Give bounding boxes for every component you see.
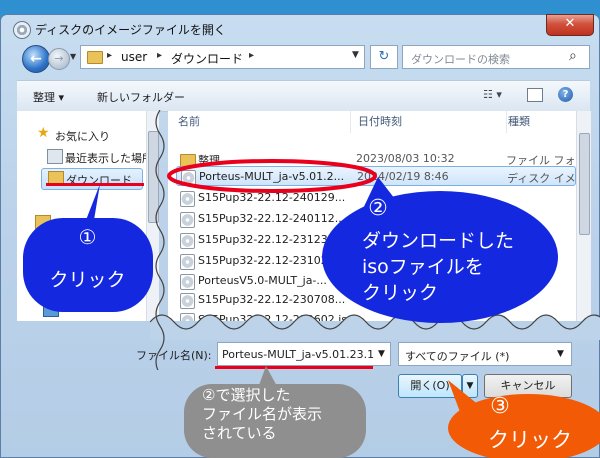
- filename-label: ファイル名(N):: [136, 349, 212, 362]
- chevron-down-icon[interactable]: ▼: [378, 349, 385, 359]
- disc-icon: [13, 21, 31, 39]
- callout-3-line: されている: [202, 424, 277, 442]
- nav-favorites[interactable]: ★ お気に入り: [17, 125, 147, 145]
- nav-label: 最近表示した場所: [65, 152, 153, 165]
- history-dropdown-icon[interactable]: ▼: [70, 52, 76, 61]
- callout-1-text: クリック: [49, 269, 126, 291]
- callout-1-number: ①: [78, 225, 97, 249]
- callout-4-number: ③: [490, 394, 510, 419]
- disc-image-icon: [180, 274, 195, 290]
- filename-value: Porteus-MULT_ja-v5.01.23.1: [222, 348, 375, 361]
- column-header-date[interactable]: 日付時刻: [358, 111, 507, 133]
- file-list-scrollbar[interactable]: [576, 111, 591, 321]
- callout-3-line: ファイル名が表示: [202, 405, 323, 423]
- close-button[interactable]: ✕: [546, 14, 594, 36]
- filetype-value: すべてのファイル (*): [405, 350, 510, 363]
- callout-3-text: ②で選択した ファイル名が表示 されている: [188, 386, 382, 443]
- search-icon[interactable]: ⌕: [569, 48, 577, 64]
- callout-2-line: クリック: [362, 282, 439, 304]
- callout-2-number: ②: [368, 196, 388, 221]
- folder-icon: [87, 51, 103, 64]
- preview-pane-icon[interactable]: [527, 88, 543, 102]
- new-folder-button[interactable]: 新しいフォルダー: [97, 89, 185, 105]
- callout-2-line: isoファイルを: [362, 256, 484, 278]
- filename-input[interactable]: Porteus-MULT_ja-v5.01.23.1 ▼: [217, 342, 391, 366]
- help-icon[interactable]: ?: [558, 87, 573, 102]
- chevron-down-icon[interactable]: ▼: [557, 349, 564, 359]
- back-button[interactable]: ←: [22, 45, 50, 73]
- callout-1-shape: [23, 184, 153, 312]
- breadcrumb-user[interactable]: user: [121, 50, 147, 64]
- breadcrumb-separator[interactable]: ▸: [249, 50, 254, 61]
- search-placeholder: ダウンロードの検索: [411, 53, 510, 66]
- callout-4-text: クリック: [488, 428, 572, 452]
- disc-image-icon: [180, 254, 195, 270]
- file-name: PorteusV5.0-MULT_ja-...: [198, 274, 327, 287]
- filetype-select[interactable]: すべてのファイル (*) ▼: [398, 342, 572, 366]
- column-header-name[interactable]: 名前: [178, 111, 351, 133]
- star-icon: ★: [37, 125, 50, 141]
- refresh-button[interactable]: ↻: [370, 45, 398, 69]
- column-header-type[interactable]: 種類: [508, 111, 576, 133]
- address-bar[interactable]: ▸ user ▸ ダウンロード ▸: [80, 45, 365, 69]
- view-options-icon[interactable]: ☷ ▾: [483, 88, 502, 101]
- breadcrumb-separator[interactable]: ▸: [107, 50, 112, 61]
- disc-image-icon: [180, 212, 195, 228]
- breadcrumb-separator[interactable]: ▸: [157, 50, 162, 61]
- callout-3-line: ②で選択した: [202, 386, 291, 404]
- address-dropdown-icon[interactable]: ▼: [352, 50, 359, 60]
- forward-button[interactable]: →: [48, 48, 70, 70]
- search-box[interactable]: ダウンロードの検索 ⌕: [402, 45, 590, 69]
- nav-label: お気に入り: [55, 130, 110, 143]
- window-title: ディスクのイメージファイルを開く: [35, 23, 226, 37]
- organize-button[interactable]: 整理 ▾: [33, 89, 64, 105]
- callout-2-text: ダウンロードした isoファイルを クリック: [350, 228, 572, 306]
- breadcrumb-downloads[interactable]: ダウンロード: [171, 50, 243, 67]
- scroll-thumb[interactable]: [579, 133, 590, 235]
- command-bar: 整理 ▾ 新しいフォルダー ☷ ▾ ?: [17, 80, 590, 112]
- recent-places-icon: [47, 149, 63, 164]
- callout-2-line: ダウンロードした: [362, 230, 515, 252]
- title-bar: ディスクのイメージファイルを開く ✕: [1, 14, 600, 43]
- nav-recent-places[interactable]: 最近表示した場所: [17, 147, 157, 167]
- disc-image-icon: [180, 233, 195, 249]
